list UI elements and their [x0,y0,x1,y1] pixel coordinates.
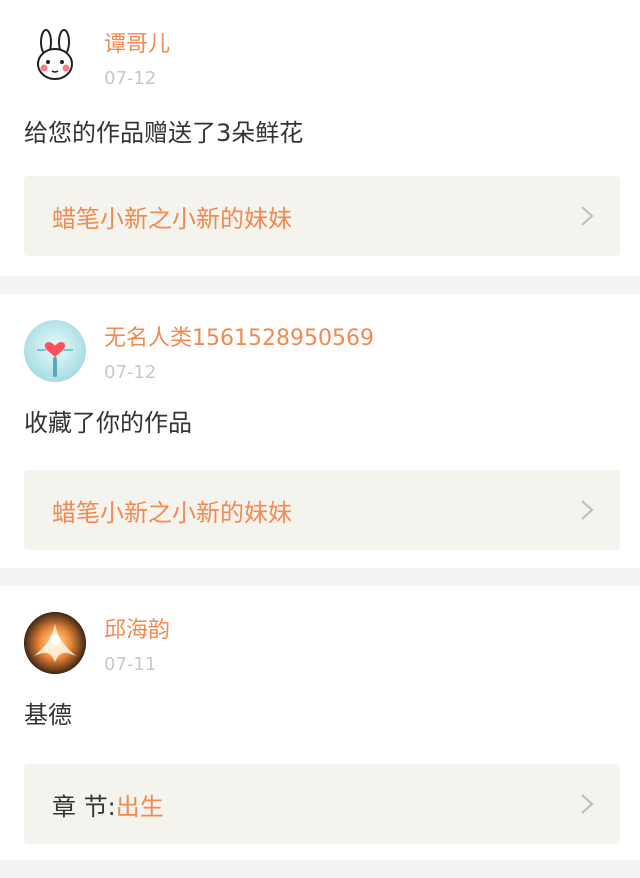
chapter-link[interactable]: 章 节:出生 [24,764,620,844]
notification-text: 给您的作品赠送了3朵鲜花 [24,119,304,147]
notification-feed: 谭哥儿 07-12 给您的作品赠送了3朵鲜花 蜡笔小新之小新的妹妹 无名人类15… [0,0,640,860]
work-link[interactable]: 蜡笔小新之小新的妹妹 [24,176,620,256]
timestamp: 07-12 [104,68,157,89]
chevron-right-icon [580,205,594,227]
work-title: 蜡笔小新之小新的妹妹 [52,204,292,233]
user-name[interactable]: 无名人类1561528950569 [104,324,374,354]
timestamp: 07-12 [104,362,157,383]
chapter-title-line: 章 节:出生 [52,787,164,822]
card-header: 邱海韵 07-11 [24,612,620,678]
work-title: 蜡笔小新之小新的妹妹 [52,498,292,527]
user-name[interactable]: 谭哥儿 [104,30,170,60]
timestamp: 07-11 [104,654,157,675]
fire-bird-avatar-icon[interactable] [24,612,86,674]
chapter-title: 出生 [115,792,164,821]
chapter-prefix: 章 节: [52,792,116,821]
card-header: 无名人类1561528950569 07-12 [24,320,620,386]
chevron-right-icon [580,793,594,815]
notification-card: 无名人类1561528950569 07-12 收藏了你的作品 蜡笔小新之小新的… [0,294,640,568]
notification-card: 邱海韵 07-11 基德 章 节:出生 [0,586,640,860]
notification-card: 谭哥儿 07-12 给您的作品赠送了3朵鲜花 蜡笔小新之小新的妹妹 [0,0,640,276]
chevron-right-icon [580,499,594,521]
notification-text: 基德 [24,701,72,729]
work-link[interactable]: 蜡笔小新之小新的妹妹 [24,470,620,550]
notification-text: 收藏了你的作品 [24,409,192,437]
user-name[interactable]: 邱海韵 [104,616,170,646]
card-header: 谭哥儿 07-12 [24,26,620,92]
bunny-avatar-icon[interactable] [24,26,86,88]
heart-figure-avatar-icon[interactable] [24,320,86,382]
